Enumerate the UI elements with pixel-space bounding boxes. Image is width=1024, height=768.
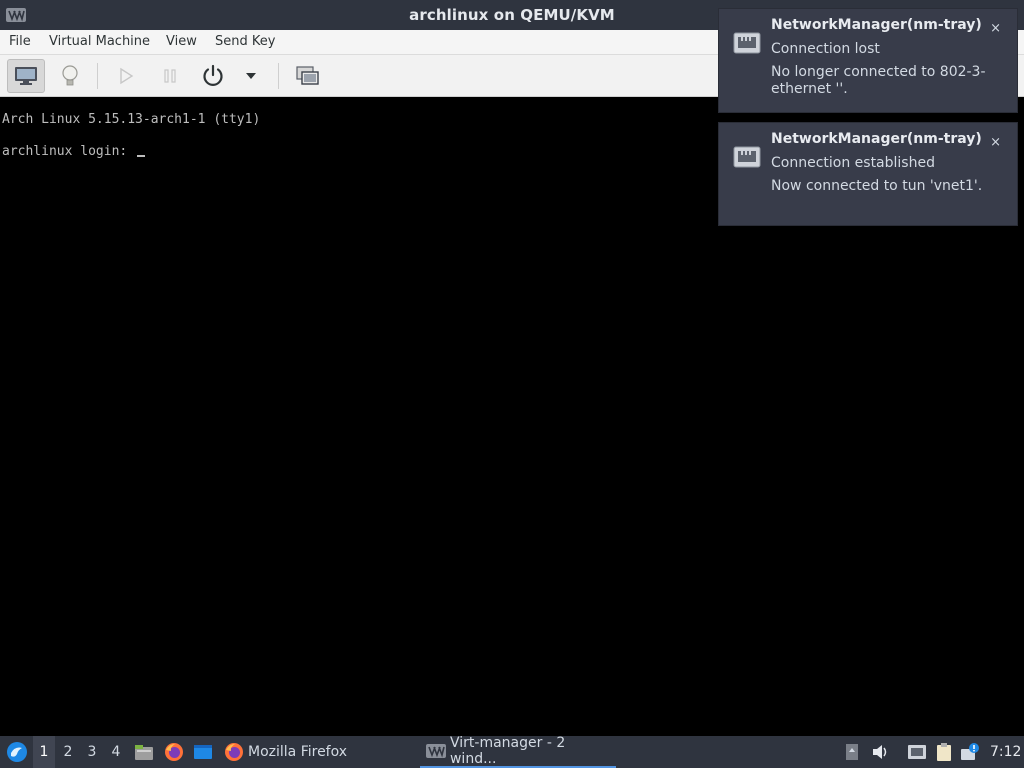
- notification-app-name: NetworkManager(nm-tray): [771, 17, 982, 33]
- screenshot-icon: [296, 66, 319, 85]
- toolbar-separator: [97, 63, 98, 89]
- notification-icon: [961, 743, 979, 760]
- text-cursor: [137, 155, 146, 157]
- notification-summary: Connection lost: [771, 41, 880, 57]
- network-wired-icon: [733, 146, 761, 168]
- menu-send-key[interactable]: Send Key: [215, 34, 275, 49]
- updates-button[interactable]: [959, 736, 981, 768]
- notification-app-name: NetworkManager(nm-tray): [771, 131, 982, 147]
- console-line: Arch Linux 5.15.13-arch1-1 (tty1): [2, 112, 261, 127]
- notification-summary: Connection established: [771, 155, 935, 171]
- notification-connection-lost[interactable]: NetworkManager(nm-tray) Connection lost …: [718, 8, 1018, 113]
- workspace-3[interactable]: 3: [81, 736, 103, 768]
- run-button[interactable]: [107, 59, 145, 93]
- fullscreen-button[interactable]: [288, 59, 326, 93]
- notification-body: Now connected to tun 'vnet1'.: [771, 178, 983, 194]
- volume-icon: [873, 745, 887, 759]
- pause-icon: [164, 69, 176, 83]
- workspace-1[interactable]: 1: [33, 736, 55, 768]
- firefox-icon: [165, 743, 183, 761]
- volume-button[interactable]: [870, 736, 892, 768]
- network-wired-icon: [908, 745, 926, 759]
- console-button[interactable]: [7, 59, 45, 93]
- clock[interactable]: 7:12: [990, 736, 1021, 768]
- file-manager-launcher[interactable]: [133, 736, 155, 768]
- close-icon[interactable]: ×: [990, 21, 1001, 36]
- file-manager-icon: [135, 745, 153, 760]
- details-button[interactable]: [51, 59, 89, 93]
- notification-body: No longer connected to 802-3-ethernet ''…: [771, 64, 986, 97]
- desktop-launcher[interactable]: [192, 736, 214, 768]
- lightbulb-icon: [62, 65, 78, 86]
- power-icon: [203, 64, 223, 86]
- menu-view[interactable]: View: [166, 34, 197, 49]
- notification-connection-established[interactable]: NetworkManager(nm-tray) Connection estab…: [718, 122, 1018, 226]
- play-icon: [120, 67, 134, 85]
- network-tray-button[interactable]: [906, 736, 928, 768]
- lxqt-logo-icon: [7, 742, 27, 762]
- task-virt-manager[interactable]: Virt-manager - 2 wind...: [420, 735, 616, 768]
- network-wired-icon: [733, 32, 761, 54]
- virt-manager-icon: [426, 744, 446, 758]
- clipboard-button[interactable]: [933, 736, 955, 768]
- taskbar: 1 2 3 4 Mozilla Firefox Virt-manager - 2…: [0, 735, 1024, 768]
- workspace-4[interactable]: 4: [105, 736, 127, 768]
- show-desktop-icon: [194, 745, 212, 759]
- firefox-icon: [225, 743, 243, 761]
- task-label: Virt-manager - 2 wind...: [449, 735, 566, 767]
- shutdown-button[interactable]: [194, 59, 232, 93]
- task-firefox[interactable]: Mozilla Firefox: [224, 736, 347, 768]
- login-prompt-text: archlinux login:: [2, 144, 136, 159]
- task-label: Mozilla Firefox: [248, 744, 348, 760]
- close-icon[interactable]: ×: [990, 135, 1001, 150]
- shutdown-menu-button[interactable]: [234, 59, 268, 93]
- tray-overflow-button[interactable]: [843, 736, 861, 768]
- tray-arrow-icon: [846, 744, 858, 760]
- console-icon: [15, 67, 37, 85]
- console-login-prompt: archlinux login:: [2, 144, 146, 159]
- clipboard-icon: [937, 743, 951, 761]
- chevron-down-icon: [246, 73, 256, 79]
- menu-virtual-machine[interactable]: Virtual Machine: [49, 34, 150, 49]
- firefox-launcher[interactable]: [163, 736, 185, 768]
- workspace-2[interactable]: 2: [57, 736, 79, 768]
- pause-button[interactable]: [151, 59, 189, 93]
- menu-file[interactable]: File: [9, 34, 31, 49]
- app-menu-button[interactable]: [4, 736, 30, 768]
- toolbar-separator: [278, 63, 279, 89]
